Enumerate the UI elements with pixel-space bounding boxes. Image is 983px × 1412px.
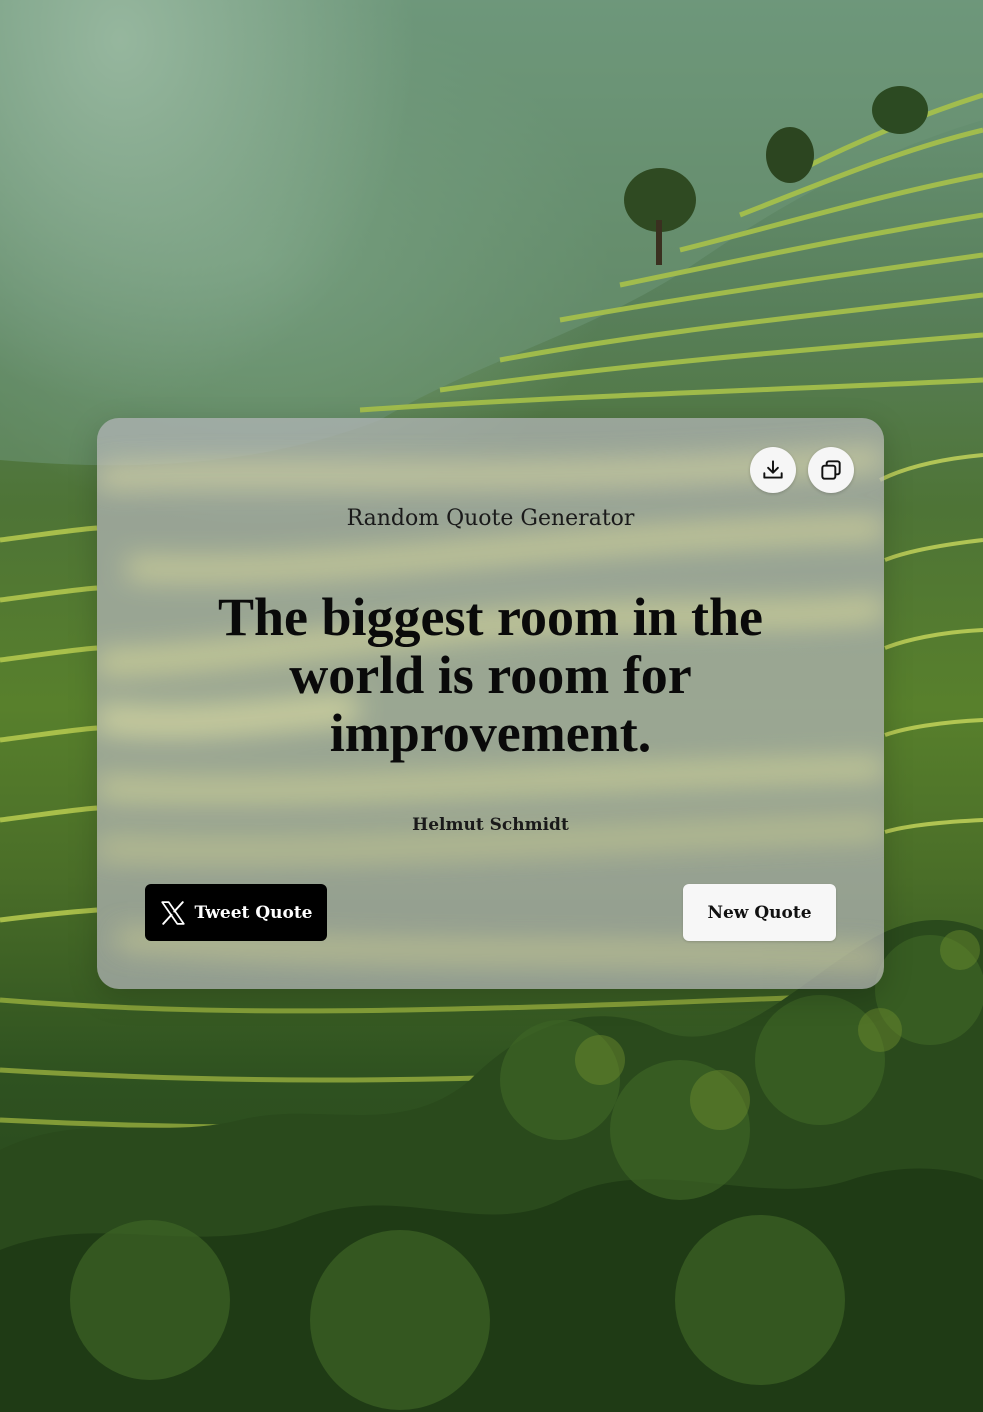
quote-author: Helmut Schmidt xyxy=(412,815,569,835)
quote-card: Random Quote Generator The biggest room … xyxy=(97,418,884,989)
new-quote-label: New Quote xyxy=(707,902,812,923)
quote-text: The biggest room in the world is room fo… xyxy=(217,587,763,763)
new-quote-button[interactable]: New Quote xyxy=(683,884,836,941)
download-icon xyxy=(763,460,783,479)
tweet-quote-label: Tweet Quote xyxy=(194,902,313,923)
download-button[interactable] xyxy=(750,447,796,493)
app-title: Random Quote Generator xyxy=(346,506,635,531)
copy-button[interactable] xyxy=(808,447,854,493)
copy-icon xyxy=(821,460,841,480)
x-logo-icon xyxy=(160,900,186,925)
tweet-quote-button[interactable]: Tweet Quote xyxy=(145,884,327,941)
